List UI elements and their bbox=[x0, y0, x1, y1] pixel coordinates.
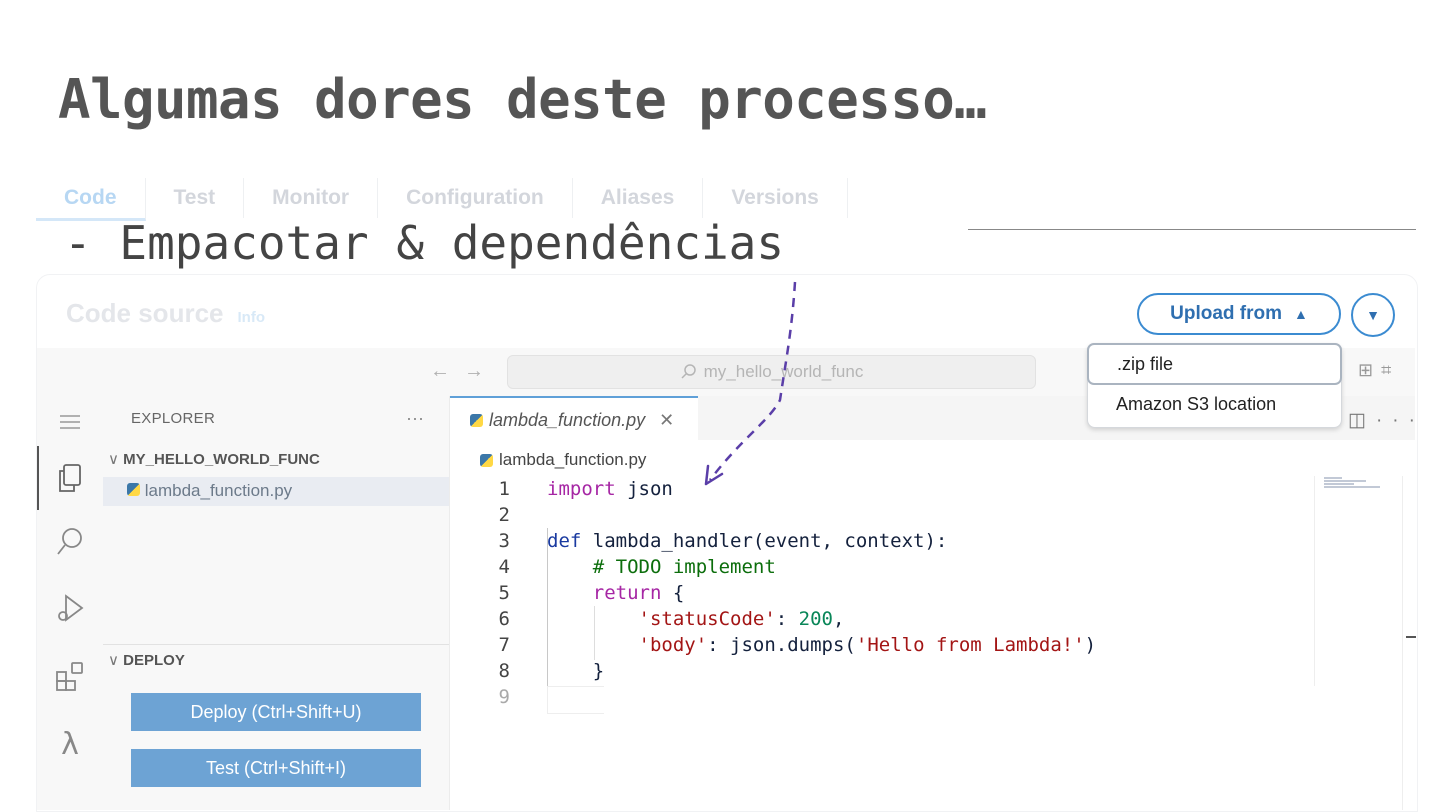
breadcrumb: lambda_function.py bbox=[480, 450, 646, 470]
layout-icons: ⊞⌗ bbox=[1358, 360, 1399, 381]
tab-aliases[interactable]: Aliases bbox=[573, 178, 704, 218]
tab-configuration[interactable]: Configuration bbox=[378, 178, 573, 218]
search-icon bbox=[681, 364, 696, 379]
code-source-header: Code source Info bbox=[66, 298, 265, 329]
nav-arrows: ←→ bbox=[430, 360, 498, 383]
code-line: 9 bbox=[498, 686, 510, 708]
divider bbox=[968, 229, 1416, 230]
more-icon[interactable]: ··· bbox=[1376, 410, 1425, 431]
tab-versions[interactable]: Versions bbox=[703, 178, 848, 218]
code-line: 5 return { bbox=[498, 582, 685, 604]
command-search-input[interactable]: my_hello_world_func bbox=[507, 355, 1036, 389]
chevron-down-icon: ∨ bbox=[108, 451, 119, 468]
more-actions-icon[interactable]: ··· bbox=[406, 408, 424, 429]
code-line: 8 } bbox=[498, 660, 605, 682]
tab-monitor[interactable]: Monitor bbox=[244, 178, 379, 218]
scroll-marker bbox=[1406, 636, 1416, 638]
tab-test[interactable]: Test bbox=[146, 178, 245, 218]
deploy-section-header[interactable]: ∨ DEPLOY bbox=[108, 651, 185, 669]
files-icon[interactable] bbox=[52, 460, 88, 496]
minimap[interactable] bbox=[1314, 476, 1403, 686]
search-text: my_hello_world_func bbox=[703, 362, 864, 381]
breadcrumb-file[interactable]: lambda_function.py bbox=[499, 450, 646, 470]
tab-code[interactable]: Code bbox=[36, 178, 146, 221]
code-line: 6 'statusCode': 200, bbox=[498, 608, 845, 630]
file-name: lambda_function.py bbox=[144, 481, 293, 500]
python-file-icon bbox=[470, 413, 483, 427]
search-icon[interactable] bbox=[52, 524, 88, 560]
file-item[interactable]: lambda_function.py bbox=[127, 481, 292, 501]
scrollbar[interactable] bbox=[1402, 476, 1416, 810]
python-file-icon bbox=[127, 483, 140, 496]
deploy-button[interactable]: Deploy (Ctrl+Shift+U) bbox=[131, 693, 421, 731]
python-file-icon bbox=[480, 453, 493, 467]
run-debug-icon[interactable] bbox=[52, 590, 88, 626]
split-editor-icon[interactable]: ◫ bbox=[1348, 410, 1376, 431]
folder-row[interactable]: ∨ MY_HELLO_WORLD_FUNC bbox=[108, 450, 320, 468]
menu-icon[interactable] bbox=[52, 404, 88, 440]
console-tabs: Code Test Monitor Configuration Aliases … bbox=[36, 178, 848, 221]
active-indicator bbox=[37, 446, 39, 510]
menu-item-zip[interactable]: .zip file bbox=[1087, 343, 1342, 385]
explorer-title: EXPLORER bbox=[131, 410, 216, 427]
extensions-icon[interactable] bbox=[52, 658, 88, 694]
code-editor[interactable]: 1 import json 2 3 def lambda_handler(event… bbox=[480, 476, 1097, 710]
layout-icon[interactable]: ⊞ bbox=[1358, 360, 1381, 380]
code-line: 2 bbox=[498, 504, 510, 526]
slide-bullet: - Empacotar & dependências bbox=[64, 216, 785, 270]
upload-from-label: Upload from bbox=[1170, 303, 1283, 324]
test-button[interactable]: Test (Ctrl+Shift+I) bbox=[131, 749, 421, 787]
lambda-icon[interactable]: λ bbox=[52, 726, 88, 762]
menu-item-s3[interactable]: Amazon S3 location bbox=[1088, 384, 1341, 424]
caret-down-icon: ▼ bbox=[1366, 307, 1380, 323]
editor-tab-label: lambda_function.py bbox=[489, 409, 646, 430]
code-line: 3 def lambda_handler(event, context): bbox=[498, 530, 948, 552]
editor-tab[interactable]: lambda_function.py ✕ bbox=[450, 396, 698, 442]
back-arrow-icon[interactable]: ← bbox=[430, 360, 464, 382]
forward-arrow-icon[interactable]: → bbox=[464, 360, 498, 382]
divider bbox=[103, 644, 449, 645]
upload-from-button[interactable]: Upload from ▲ bbox=[1137, 293, 1341, 335]
deploy-section-label: DEPLOY bbox=[123, 652, 185, 669]
fullscreen-icon[interactable]: ⌗ bbox=[1381, 360, 1399, 380]
code-line: 7 'body': json.dumps('Hello from Lambda!… bbox=[498, 634, 1097, 656]
upload-menu: .zip file Amazon S3 location bbox=[1087, 343, 1342, 428]
code-line: 1 import json bbox=[498, 478, 673, 500]
code-line: 4 # TODO implement bbox=[498, 556, 776, 578]
info-link[interactable]: Info bbox=[238, 309, 266, 326]
chevron-down-icon: ∨ bbox=[108, 652, 119, 669]
close-icon[interactable]: ✕ bbox=[659, 410, 674, 431]
code-source-title: Code source bbox=[66, 298, 224, 328]
editor-actions: ◫··· bbox=[1348, 409, 1425, 432]
slide-title: Algumas dores deste processo… bbox=[58, 68, 987, 131]
minimap-preview bbox=[1324, 476, 1384, 489]
options-dropdown-button[interactable]: ▼ bbox=[1351, 293, 1395, 337]
folder-name: MY_HELLO_WORLD_FUNC bbox=[123, 451, 320, 468]
caret-up-icon: ▲ bbox=[1294, 306, 1308, 322]
